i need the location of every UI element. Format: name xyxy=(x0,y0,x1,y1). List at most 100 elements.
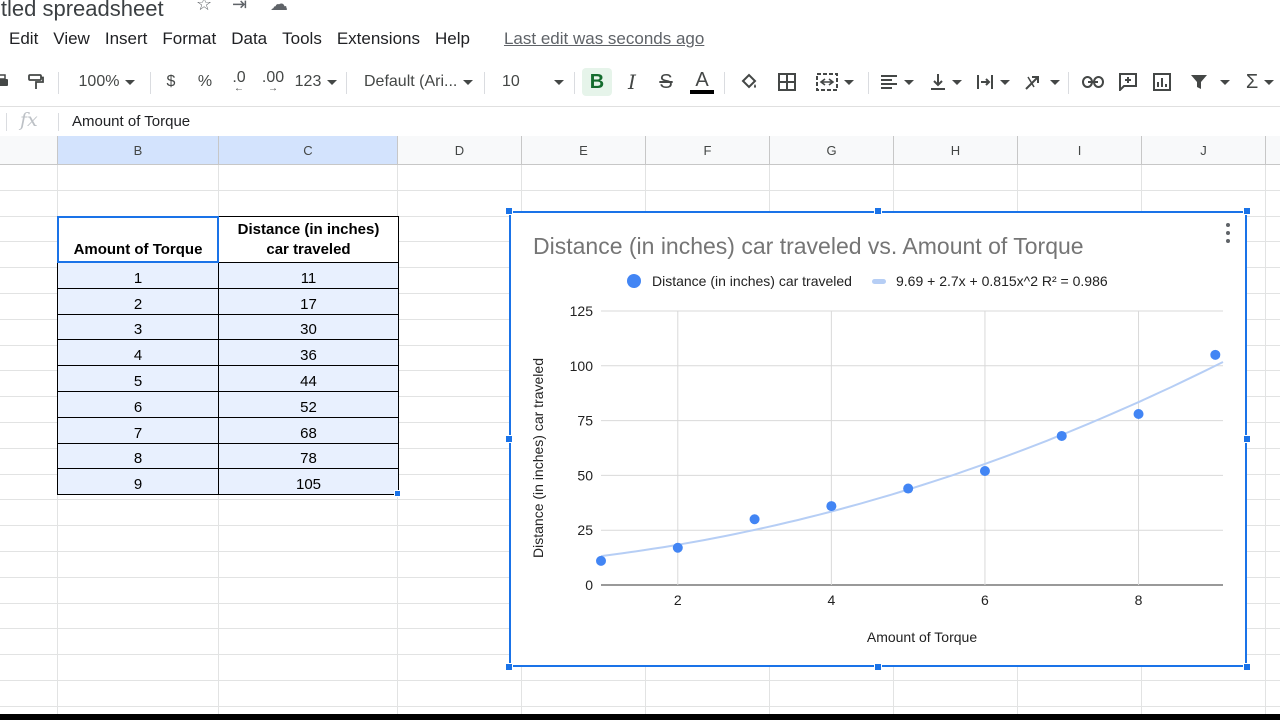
decrease-decimal-button[interactable]: .0 ← xyxy=(226,68,252,96)
column-header-f[interactable]: F xyxy=(646,136,770,165)
print-icon[interactable] xyxy=(0,68,14,96)
borders-icon[interactable] xyxy=(774,68,800,96)
column-header-h[interactable]: H xyxy=(894,136,1018,165)
column-header-b[interactable]: B xyxy=(58,136,219,165)
chevron-down-icon xyxy=(125,79,136,85)
column-header-c[interactable]: C xyxy=(219,136,398,165)
data-point xyxy=(979,466,990,477)
italic-button[interactable]: I xyxy=(620,68,644,96)
zoom-select[interactable]: 100% xyxy=(72,68,142,96)
table-cell[interactable]: 2 xyxy=(57,287,219,315)
insert-chart-icon[interactable] xyxy=(1150,68,1174,96)
menu-extensions[interactable]: Extensions xyxy=(337,29,420,49)
menu-tools[interactable]: Tools xyxy=(282,29,322,49)
table-cell[interactable]: 7 xyxy=(57,416,219,444)
cloud-status-icon[interactable]: ☁ xyxy=(270,0,288,15)
chart-resize-handle-se[interactable] xyxy=(1243,663,1251,671)
header-cell-amount-of-torque[interactable]: Amount of Torque xyxy=(57,216,219,263)
chart-resize-handle-e[interactable] xyxy=(1243,435,1251,443)
column-header-i[interactable]: I xyxy=(1018,136,1142,165)
chevron-down-icon xyxy=(904,79,914,85)
table-cell[interactable]: 44 xyxy=(218,365,399,392)
column-header-g[interactable]: G xyxy=(770,136,894,165)
table-cell[interactable]: 1 xyxy=(57,262,219,289)
font-size-select[interactable]: 10 xyxy=(496,68,570,96)
column-header-e[interactable]: E xyxy=(522,136,646,165)
font-family-select[interactable]: Default (Ari... xyxy=(358,68,476,96)
row-header-corner[interactable] xyxy=(0,136,58,165)
data-point xyxy=(596,555,606,566)
table-cell[interactable]: 17 xyxy=(218,287,399,315)
chevron-down-icon xyxy=(952,79,962,85)
table-cell[interactable]: 5 xyxy=(57,365,219,392)
vertical-align-icon[interactable] xyxy=(926,68,966,96)
menu-edit[interactable]: Edit xyxy=(9,29,38,49)
table-cell[interactable]: 4 xyxy=(57,339,219,367)
menu-insert[interactable]: Insert xyxy=(105,29,148,49)
table-cell[interactable]: 8 xyxy=(57,442,219,470)
bold-button[interactable]: B xyxy=(582,68,612,96)
table-cell[interactable]: 6 xyxy=(57,390,219,418)
header-cell-distance-line2: car traveled xyxy=(266,241,351,258)
column-header-j[interactable]: J xyxy=(1142,136,1266,165)
x-tick-label: 2 xyxy=(674,592,682,608)
chart-resize-handle-w[interactable] xyxy=(505,435,513,443)
table-cell[interactable]: 52 xyxy=(218,390,399,418)
chart-resize-handle-nw[interactable] xyxy=(505,207,513,215)
filter-icon[interactable] xyxy=(1186,68,1234,96)
document-title[interactable]: itled spreadsheet xyxy=(0,0,164,22)
move-to-folder-icon[interactable]: ⇥ xyxy=(232,0,247,15)
menu-view[interactable]: View xyxy=(53,29,90,49)
table-cell[interactable]: 78 xyxy=(218,442,399,470)
text-rotation-icon[interactable] xyxy=(1022,68,1062,96)
table-row: 8 78 xyxy=(57,442,399,470)
strikethrough-button[interactable]: S xyxy=(654,68,678,96)
functions-icon[interactable]: Σ xyxy=(1240,68,1280,96)
chart-resize-handle-s[interactable] xyxy=(874,663,882,671)
table-cell[interactable]: 3 xyxy=(57,313,219,341)
text-wrapping-icon[interactable] xyxy=(972,68,1014,96)
chart-resize-handle-n[interactable] xyxy=(874,207,882,215)
table-cell[interactable]: 36 xyxy=(218,339,399,367)
star-icon[interactable]: ☆ xyxy=(196,0,212,15)
horizontal-align-icon[interactable] xyxy=(876,68,918,96)
table-cell[interactable]: 11 xyxy=(218,262,399,289)
table-cell[interactable]: 68 xyxy=(218,416,399,444)
paint-format-icon[interactable] xyxy=(24,68,48,96)
formula-input[interactable]: Amount of Torque xyxy=(72,113,190,130)
percent-format-button[interactable]: % xyxy=(194,68,216,96)
chevron-down-icon xyxy=(327,79,338,85)
chevron-down-icon xyxy=(1264,79,1275,85)
number-format-select[interactable]: 123 xyxy=(294,68,338,96)
fill-color-icon[interactable] xyxy=(736,68,762,96)
sigma-glyph: Σ xyxy=(1245,70,1259,93)
insert-link-icon[interactable] xyxy=(1080,68,1106,96)
header-cell-distance[interactable]: Distance (in inches) car traveled xyxy=(218,216,399,263)
increase-decimal-button[interactable]: .00 → xyxy=(258,68,288,96)
merge-cells-icon[interactable] xyxy=(810,68,860,96)
y-axis-title: Distance (in inches) car traveled xyxy=(530,358,546,558)
currency-format-button[interactable]: $ xyxy=(160,68,182,96)
column-header-d[interactable]: D xyxy=(398,136,522,165)
x-tick-label: 6 xyxy=(981,592,989,608)
data-point xyxy=(1056,430,1067,441)
column-header-k[interactable] xyxy=(1266,136,1280,165)
table-row: 3 30 xyxy=(57,313,399,341)
text-color-button[interactable]: A xyxy=(688,68,716,96)
table-cell[interactable]: 105 xyxy=(218,468,399,496)
table-cell[interactable]: 30 xyxy=(218,313,399,341)
table-cell[interactable]: 9 xyxy=(57,468,219,496)
menu-data[interactable]: Data xyxy=(231,29,267,49)
chart-resize-handle-ne[interactable] xyxy=(1243,207,1251,215)
table-row: 5 44 xyxy=(57,365,399,392)
chevron-down-icon xyxy=(1000,79,1010,85)
chart-resize-handle-sw[interactable] xyxy=(505,663,513,671)
chart-plot: 0 25 50 75 100 125 2 4 6 8 Amount of Torque Distanc… xyxy=(530,303,1224,645)
menu-format[interactable]: Format xyxy=(162,29,216,49)
fill-handle[interactable] xyxy=(394,490,401,497)
table-row: 4 36 xyxy=(57,339,399,367)
chart[interactable]: Distance (in inches) car traveled vs. Am… xyxy=(509,211,1247,667)
insert-comment-icon[interactable] xyxy=(1116,68,1140,96)
last-edit-link[interactable]: Last edit was seconds ago xyxy=(504,29,704,49)
menu-help[interactable]: Help xyxy=(435,29,470,49)
